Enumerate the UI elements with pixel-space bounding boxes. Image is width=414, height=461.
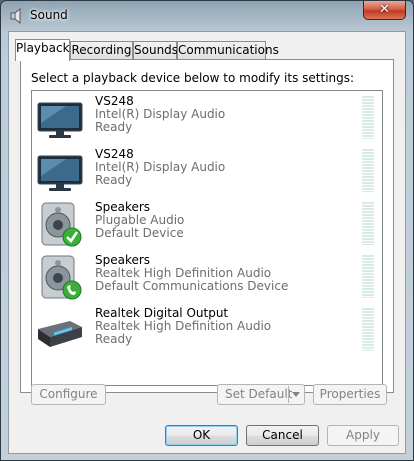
tab-sounds[interactable]: Sounds xyxy=(133,41,178,59)
speaker-app-icon xyxy=(10,8,21,24)
playback-panel: Select a playback device below to modify… xyxy=(20,59,394,393)
speaker-icon xyxy=(41,255,82,300)
close-icon: ✕ xyxy=(379,2,390,17)
level-meter xyxy=(362,96,374,139)
device-driver: Realtek High Definition Audio xyxy=(95,319,272,333)
cancel-button[interactable]: Cancel xyxy=(246,425,319,446)
device-name: VS248 xyxy=(95,147,134,161)
level-meter xyxy=(362,308,374,351)
device-item-vs248-2[interactable]: VS248 Intel(R) Display Audio Ready xyxy=(32,144,382,196)
device-status: Ready xyxy=(95,332,133,346)
configure-button[interactable]: Configure xyxy=(31,384,106,405)
split-divider xyxy=(288,386,289,403)
device-item-realtek-digital-output[interactable]: Realtek Digital Output Realtek High Defi… xyxy=(32,303,382,355)
instruction-text: Select a playback device below to modify… xyxy=(31,71,355,85)
apply-button[interactable]: Apply xyxy=(327,425,399,446)
device-driver: Intel(R) Display Audio xyxy=(95,107,226,121)
device-name: VS248 xyxy=(95,94,134,108)
window-title: Sound xyxy=(30,8,68,22)
device-item-vs248-1[interactable]: VS248 Intel(R) Display Audio Ready xyxy=(32,91,382,143)
close-button[interactable]: ✕ xyxy=(363,1,406,20)
dialog-client-area: Playback Recording Sounds Communications… xyxy=(8,31,406,454)
dropdown-arrow-icon[interactable] xyxy=(292,392,300,397)
configure-label: Configure xyxy=(39,387,98,401)
device-status: Default Device xyxy=(95,226,184,240)
tab-communications[interactable]: Communications xyxy=(177,41,279,59)
device-driver: Plugable Audio xyxy=(95,213,185,227)
properties-button[interactable]: Properties xyxy=(313,384,387,405)
monitor-icon xyxy=(37,102,83,138)
device-name: Speakers xyxy=(95,200,151,214)
monitor-icon xyxy=(37,155,83,191)
device-status: Ready xyxy=(95,173,133,187)
device-item-speakers-realtek[interactable]: Speakers Realtek High Definition Audio D… xyxy=(32,250,382,302)
set-default-label: Set Default xyxy=(225,387,293,401)
apply-label: Apply xyxy=(346,428,380,442)
device-list[interactable]: VS248 Intel(R) Display Audio Ready VS248 xyxy=(31,90,383,386)
device-driver: Intel(R) Display Audio xyxy=(95,160,226,174)
device-name: Realtek Digital Output xyxy=(95,306,229,320)
level-meter xyxy=(362,149,374,192)
speaker-icon xyxy=(41,202,82,247)
title-bar[interactable]: Sound ✕ xyxy=(1,1,413,31)
ok-label: OK xyxy=(192,428,211,442)
level-meter xyxy=(362,255,374,298)
ok-button[interactable]: OK xyxy=(165,425,238,446)
cancel-label: Cancel xyxy=(262,428,303,442)
set-default-button[interactable]: Set Default xyxy=(217,384,305,405)
properties-label: Properties xyxy=(319,387,381,401)
device-status: Ready xyxy=(95,120,133,134)
digital-output-icon xyxy=(38,321,82,347)
level-meter xyxy=(362,202,374,245)
tab-playback[interactable]: Playback xyxy=(15,39,70,61)
device-item-speakers-plugable[interactable]: Speakers Plugable Audio Default Device xyxy=(32,197,382,249)
tab-recording[interactable]: Recording xyxy=(70,41,133,59)
sound-dialog: Sound ✕ Playback Recording Sounds Commun… xyxy=(0,0,414,461)
device-name: Speakers xyxy=(95,253,151,267)
device-status: Default Communications Device xyxy=(95,279,289,293)
device-driver: Realtek High Definition Audio xyxy=(95,266,272,280)
